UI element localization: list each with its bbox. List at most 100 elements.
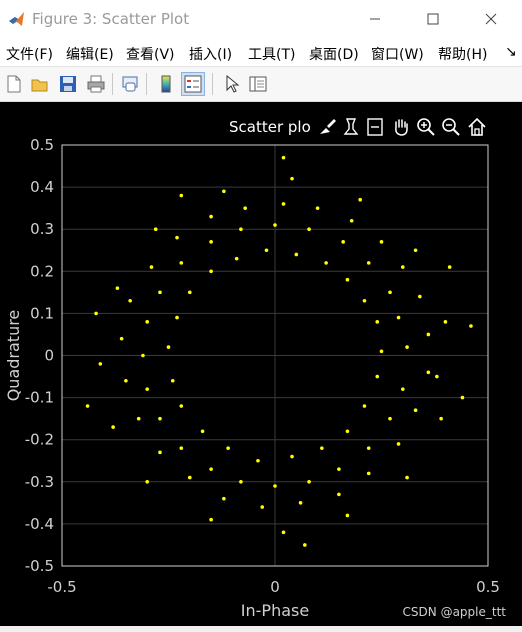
link-plot-button[interactable] xyxy=(118,72,142,96)
menu-file[interactable]: 文件(F) xyxy=(6,44,53,64)
scatter-point xyxy=(281,530,286,535)
open-file-button[interactable] xyxy=(28,72,52,96)
save-icon xyxy=(60,76,76,92)
scatter-point xyxy=(349,218,354,223)
scatter-point xyxy=(345,513,350,518)
scatter-point xyxy=(179,193,184,198)
insert-colorbar-button[interactable] xyxy=(154,72,178,96)
scatter-point xyxy=(426,332,431,337)
scatter-point xyxy=(401,265,405,269)
scatter-point xyxy=(379,349,384,354)
scatter-point xyxy=(307,227,311,231)
scatter-point xyxy=(256,458,260,463)
axes-toolbar-label: Scatter plo xyxy=(229,118,311,136)
y-tick-label: 0.5 xyxy=(30,136,54,154)
scatter-point xyxy=(188,475,192,480)
home-icon[interactable] xyxy=(466,116,488,138)
scatter-point xyxy=(290,454,294,459)
scatter-point xyxy=(94,311,98,316)
scatter-point xyxy=(149,265,154,269)
scatter-point xyxy=(337,467,341,471)
insert-colorbar-icon xyxy=(161,75,171,93)
scatter-point xyxy=(362,298,367,303)
y-tick-label: 0.1 xyxy=(30,304,54,322)
scatter-point xyxy=(366,471,371,476)
minimize-icon xyxy=(370,18,380,20)
menu-view[interactable]: 查看(V) xyxy=(126,44,175,64)
menu-insert[interactable]: 插入(I) xyxy=(189,44,232,64)
close-icon xyxy=(485,13,497,25)
scatter-point xyxy=(341,240,345,244)
scatter-point xyxy=(307,480,311,484)
close-button[interactable] xyxy=(468,4,514,34)
export-icon[interactable] xyxy=(364,116,386,138)
scatter-point xyxy=(264,248,269,253)
pointer-button[interactable] xyxy=(220,72,244,96)
zoom-in-icon[interactable] xyxy=(415,116,437,138)
y-tick-label: 0.2 xyxy=(30,262,54,280)
scatter-point xyxy=(145,480,149,484)
scatter-plot-axes[interactable]: -0.5 0 0.5 0.5 0.4 0.3 0.2 0.1 0 -0.1 -0.2 -0.3 -0.4… xyxy=(0,102,522,626)
scatter-point xyxy=(388,416,392,421)
scatter-point xyxy=(303,543,307,547)
scatter-point xyxy=(234,256,239,261)
x-tick-label: 0 xyxy=(270,578,280,596)
scatter-point xyxy=(98,362,103,366)
print-button[interactable] xyxy=(84,72,108,96)
data-tip-icon[interactable] xyxy=(340,116,362,138)
figure-canvas: -0.5 0 0.5 0.5 0.4 0.3 0.2 0.1 0 -0.1 -0.2 -0.3 -0.4… xyxy=(0,102,522,626)
toolbar-separator xyxy=(112,73,113,95)
toolbar-separator xyxy=(146,73,147,95)
maximize-button[interactable] xyxy=(410,4,456,34)
scatter-point xyxy=(337,492,341,497)
scatter-point xyxy=(136,416,141,421)
property-inspector-button[interactable] xyxy=(246,72,270,96)
menu-desktop[interactable]: 桌面(D) xyxy=(309,44,359,64)
scatter-point xyxy=(426,370,431,375)
menu-overflow-icon[interactable]: ↘ xyxy=(505,44,517,60)
scatter-point xyxy=(281,155,286,160)
open-file-icon xyxy=(31,79,48,92)
scatter-point xyxy=(209,467,213,471)
brush-icon[interactable] xyxy=(316,116,338,138)
scatter-point xyxy=(166,345,171,349)
menu-bar: 文件(F) 编辑(E) 查看(V) 插入(I) 工具(T) 桌面(D) 窗口(W… xyxy=(0,38,522,67)
menu-edit[interactable]: 编辑(E) xyxy=(66,44,114,64)
maximize-icon xyxy=(427,13,439,25)
new-figure-button[interactable] xyxy=(2,72,26,96)
menu-window[interactable]: 窗口(W) xyxy=(371,44,424,64)
grid-lines xyxy=(61,144,489,567)
save-button[interactable] xyxy=(56,72,80,96)
insert-legend-icon xyxy=(184,75,202,93)
scatter-point xyxy=(290,176,294,181)
scatter-point xyxy=(175,235,179,240)
scatter-point xyxy=(209,517,213,522)
x-tick-label: 0.5 xyxy=(476,578,500,596)
scatter-point xyxy=(209,240,213,244)
x-tick-label: -0.5 xyxy=(47,578,76,596)
scatter-point xyxy=(222,496,226,501)
scatter-point xyxy=(396,315,401,320)
zoom-out-icon[interactable] xyxy=(440,116,462,138)
scatter-point xyxy=(366,446,371,450)
minimize-button[interactable] xyxy=(352,4,398,34)
insert-legend-button[interactable] xyxy=(181,72,205,96)
new-figure-icon xyxy=(7,75,21,93)
scatter-point xyxy=(200,429,205,434)
scatter-point xyxy=(401,387,405,391)
scatter-point xyxy=(179,446,184,450)
scatter-point xyxy=(315,206,320,210)
menu-help[interactable]: 帮助(H) xyxy=(438,44,487,64)
scatter-point xyxy=(226,446,230,450)
scatter-point xyxy=(170,378,175,383)
pointer-icon xyxy=(226,75,240,93)
link-plot-icon xyxy=(122,76,138,92)
window-bottom-edge xyxy=(0,626,522,632)
scatter-point xyxy=(362,404,367,408)
menu-tools[interactable]: 工具(T) xyxy=(248,44,295,64)
scatter-point xyxy=(358,197,363,202)
scatter-point xyxy=(375,374,380,379)
scatter-point xyxy=(188,290,192,295)
pan-hand-icon[interactable] xyxy=(390,116,412,138)
watermark-text: CSDN @apple_ttt xyxy=(402,605,506,619)
